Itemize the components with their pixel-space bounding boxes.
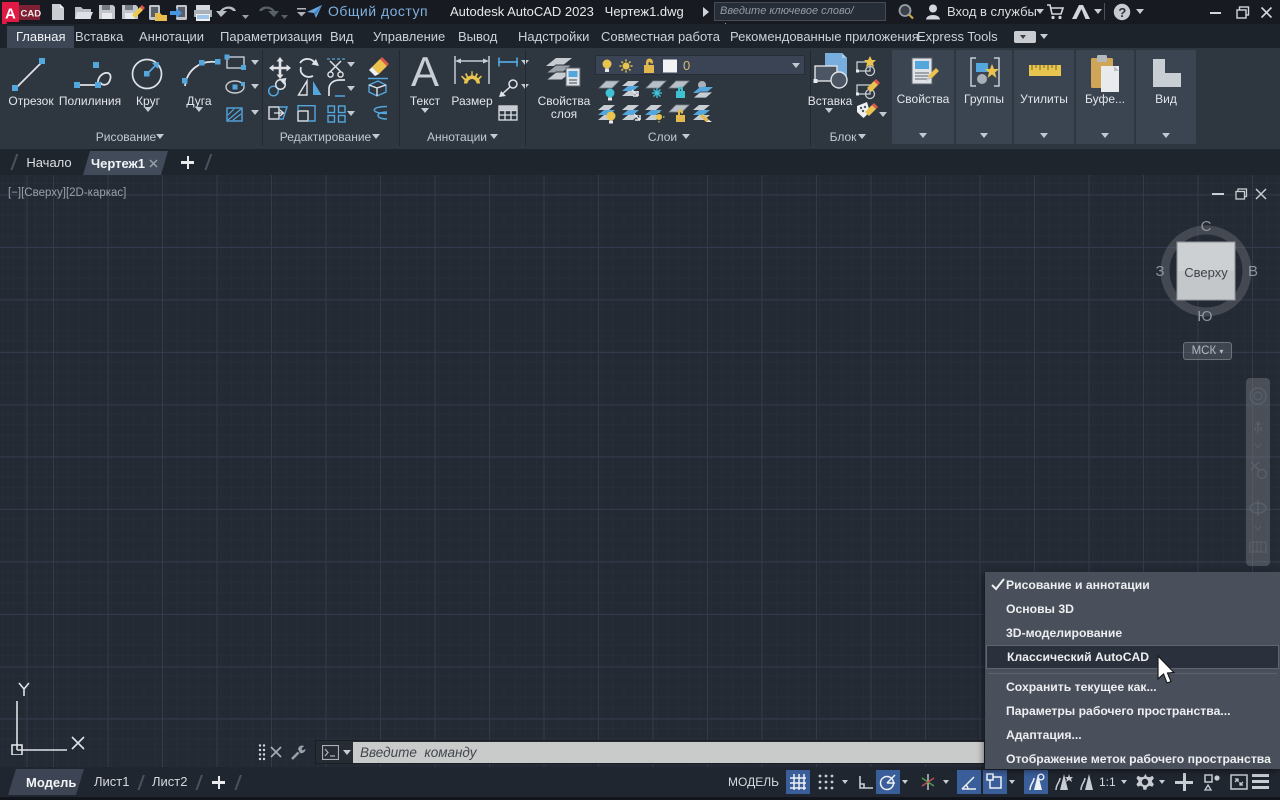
svg-text:A: A <box>5 6 16 23</box>
svg-text:Модель: Модель <box>26 775 76 790</box>
svg-text:CAD: CAD <box>21 9 42 20</box>
svg-text:?: ? <box>1118 5 1126 20</box>
svg-text:Сверху: Сверху <box>1184 265 1228 280</box>
svg-text:Чертеж1: Чертеж1 <box>91 156 145 171</box>
